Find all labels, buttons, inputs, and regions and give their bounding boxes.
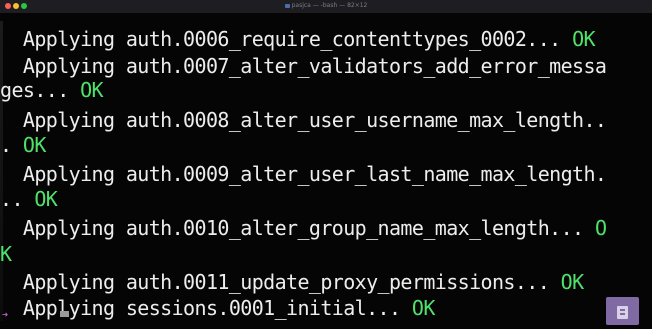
output-line: Applying auth.0007_alter_validators_add_…	[0, 54, 607, 78]
line-text: Applying auth.0011_update_proxy_permissi…	[0, 270, 561, 294]
output-line: Applying auth.0011_update_proxy_permissi…	[0, 270, 584, 294]
ok-status: O	[594, 216, 607, 240]
line-text: Applying auth.0009_alter_user_last_name_…	[0, 162, 607, 186]
folder-icon	[284, 3, 290, 8]
window-title: pasjca — -bash — 82×12	[291, 2, 368, 9]
prompt-arrow-icon: ➜	[2, 310, 9, 321]
ok-status: OK	[80, 78, 103, 102]
overlay-app-icon[interactable]	[606, 297, 639, 325]
output-line: Applying auth.0006_require_contenttypes_…	[0, 27, 596, 51]
ok-status: OK	[572, 27, 595, 51]
ok-status: OK	[560, 270, 584, 294]
line-text: .	[0, 133, 23, 157]
output-line: Applying auth.0009_alter_user_last_name_…	[0, 162, 607, 186]
ok-status: K	[0, 242, 12, 266]
terminal-window: pasjca — -bash — 82×12 Applying auth.000…	[0, 0, 652, 329]
ok-status: OK	[411, 296, 435, 320]
line-text: ..	[0, 187, 35, 211]
line-text: Applying auth.0008_alter_user_username_m…	[0, 108, 607, 132]
ok-status: OK	[22, 133, 46, 157]
title-bar: pasjca — -bash — 82×12	[0, 0, 652, 14]
output-line: K	[0, 242, 12, 266]
output-line: . OK	[0, 133, 46, 157]
output-line: .. OK	[0, 187, 58, 211]
line-text: Applying auth.0010_alter_group_name_max_…	[0, 216, 595, 240]
output-line: ges... OK	[0, 78, 104, 102]
line-text: Applying auth.0007_alter_validators_add_…	[0, 54, 607, 78]
line-text: Applying auth.0006_require_contenttypes_…	[0, 27, 573, 51]
document-icon	[617, 306, 628, 319]
line-text: ges...	[0, 78, 81, 102]
terminal-cursor	[60, 311, 69, 317]
ok-status: OK	[34, 187, 58, 211]
window-title-container: pasjca — -bash — 82×12	[0, 1, 652, 11]
terminal-output[interactable]: Applying auth.0006_require_contenttypes_…	[0, 13, 652, 329]
output-line: Applying auth.0008_alter_user_username_m…	[0, 108, 607, 132]
output-line: Applying auth.0010_alter_group_name_max_…	[0, 216, 607, 240]
